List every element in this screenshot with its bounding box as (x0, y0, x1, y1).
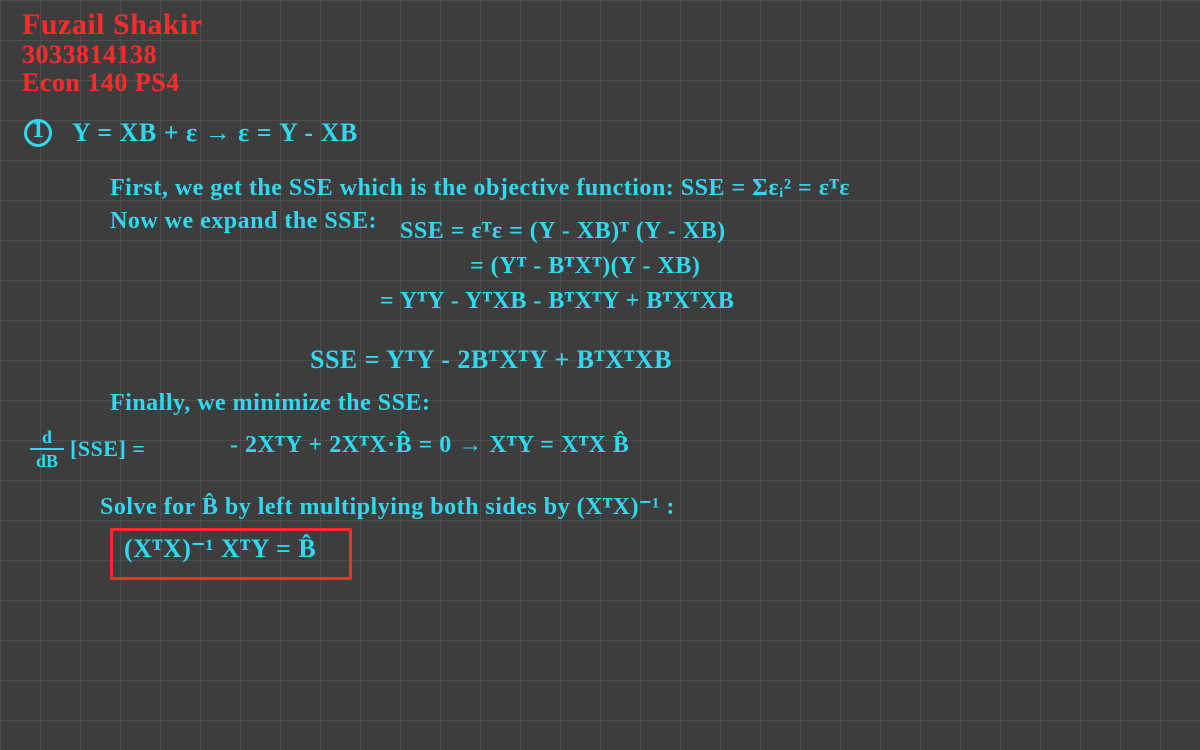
derivative-fraction: d dB (30, 428, 64, 470)
line-simplify: SSE = YᵀY - 2BᵀXᵀY + BᵀXᵀXB (310, 345, 672, 375)
line-expand1: SSE = εᵀε = (Y - XB)ᵀ (Y - XB) (400, 218, 726, 245)
line-step2: Now we expand the SSE: (110, 208, 377, 235)
problem-number: 1 (32, 117, 45, 144)
header-course: Econ 140 PS4 (22, 68, 180, 98)
deriv-num: d (30, 428, 64, 446)
deriv-bar (30, 448, 64, 450)
header-name: Fuzail Shakir (22, 8, 203, 42)
line-step4: Solve for B̂ by left multiplying both si… (100, 492, 675, 521)
header-id: 3033814138 (22, 40, 157, 70)
handwriting-layer: Fuzail Shakir 3033814138 Econ 140 PS4 1 … (0, 0, 1200, 750)
line-expand3: = YᵀY - YᵀXB - BᵀXᵀY + BᵀXᵀXB (380, 288, 734, 315)
line-step1: First, we get the SSE which is the objec… (110, 175, 850, 202)
line-result: (XᵀX)⁻¹ XᵀY = B̂ (124, 534, 316, 564)
deriv-label: [SSE] = (70, 436, 145, 462)
deriv-den: dB (30, 452, 64, 470)
deriv-rhs: - 2XᵀY + 2XᵀX·B̂ = 0 → XᵀY = XᵀX B̂ (230, 432, 629, 459)
line-expand2: = (Yᵀ - BᵀXᵀ)(Y - XB) (470, 253, 700, 280)
line-step3: Finally, we minimize the SSE: (110, 390, 431, 417)
line-model: Y = XB + ε → ε = Y - XB (72, 118, 358, 148)
